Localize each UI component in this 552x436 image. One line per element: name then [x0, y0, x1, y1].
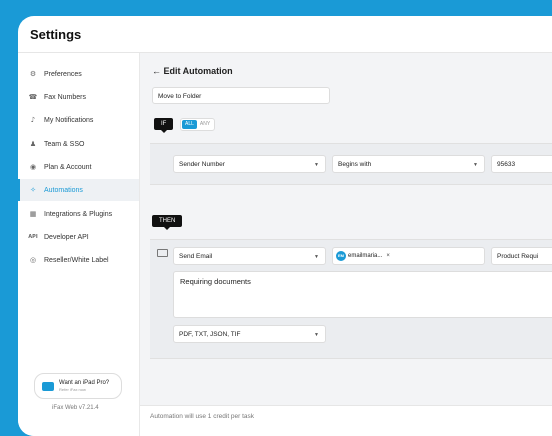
sidebar-item-label: Developer API — [44, 233, 89, 241]
bell-icon: ♪ — [30, 116, 36, 124]
sidebar-item-reseller[interactable]: ◎ Reseller/White Label — [18, 249, 139, 271]
sidebar-item-fax-numbers[interactable]: ☎ Fax Numbers — [18, 86, 139, 108]
automation-name-input[interactable]: Move to Folder — [152, 87, 330, 104]
app-version: iFax Web v7.21.4 — [52, 405, 99, 411]
sidebar-item-label: Automations — [44, 186, 83, 194]
match-toggle[interactable]: ALL ANY — [180, 118, 216, 131]
toggle-all[interactable]: ALL — [182, 120, 197, 129]
sidebar-item-integrations[interactable]: ▦ Integrations & Plugins — [18, 203, 139, 225]
subject-input[interactable]: Product Requi — [491, 247, 552, 265]
title-bar: Settings — [18, 16, 552, 53]
chevron-down-icon: ▼ — [314, 332, 319, 338]
sidebar-item-preferences[interactable]: ⚙ Preferences — [18, 63, 139, 85]
gift-icon — [42, 381, 54, 391]
gear-icon: ⚙ — [29, 70, 37, 78]
promo-subtitle: Refer iFax now — [59, 387, 86, 392]
action-type-value: Send Email — [179, 253, 213, 260]
automation-icon: ✧ — [30, 186, 36, 194]
sidebar-item-plan-account[interactable]: ◉ Plan & Account — [18, 156, 139, 178]
recipient-chip: EM emailmaria... × — [336, 250, 390, 261]
editor-footer: Automation will use 1 credit per task — [140, 405, 552, 436]
sidebar-item-label: Plan & Account — [44, 163, 92, 171]
email-body-textarea[interactable]: Requiring documents — [173, 271, 552, 318]
credit-note: Automation will use 1 credit per task — [150, 413, 255, 420]
action-panel: Send Email ▼ EM emailmaria... × Product … — [150, 239, 552, 359]
sidebar-item-automations[interactable]: ✧ Automations — [18, 179, 139, 201]
grid-icon: ▦ — [29, 210, 37, 218]
sidebar-item-label: Integrations & Plugins — [44, 210, 113, 218]
sidebar-item-developer-api[interactable]: API Developer API — [18, 226, 139, 248]
sidebar-item-team-sso[interactable]: ♟ Team & SSO — [18, 133, 139, 155]
close-icon[interactable]: × — [386, 253, 390, 259]
page-title: Settings — [30, 27, 82, 42]
attachment-format-value: PDF, TXT, JSON, TIF — [179, 331, 241, 338]
then-badge: THEN — [152, 215, 183, 230]
fax-icon: ☎ — [28, 93, 38, 101]
if-badge: IF — [154, 118, 174, 133]
automation-editor: ← Edit Automation Move to Folder IF ALL … — [140, 53, 552, 436]
label-icon: ◎ — [29, 256, 37, 264]
settings-window: Settings ⚙ Preferences ☎ Fax Numbers ♪ M… — [18, 16, 552, 436]
condition-panel: Sender Number ▼ Begins with ▼ 95633 — [150, 143, 552, 185]
sidebar-item-label: Fax Numbers — [44, 93, 87, 101]
sidebar-item-label: My Notifications — [44, 116, 94, 124]
attachment-format-select[interactable]: PDF, TXT, JSON, TIF ▼ — [173, 325, 326, 343]
avatar: EM — [336, 250, 346, 261]
back-link[interactable]: ← Edit Automation — [152, 66, 233, 76]
action-type-select[interactable]: Send Email ▼ — [173, 247, 326, 265]
condition-field-value: Sender Number — [179, 161, 225, 168]
chevron-down-icon: ▼ — [314, 254, 319, 260]
chevron-down-icon: ▼ — [314, 162, 319, 168]
condition-operator-value: Begins with — [338, 161, 372, 168]
sidebar: ⚙ Preferences ☎ Fax Numbers ♪ My Notific… — [18, 53, 140, 436]
mail-icon — [157, 249, 168, 257]
condition-field-select[interactable]: Sender Number ▼ — [173, 155, 326, 173]
sidebar-item-label: Preferences — [44, 70, 82, 78]
condition-value-input[interactable]: 95633 — [491, 155, 552, 173]
sidebar-item-label: Reseller/White Label — [44, 256, 109, 264]
ipad-promo-card[interactable]: Want an iPad Pro? Refer iFax now — [34, 373, 122, 399]
toggle-any[interactable]: ANY — [197, 120, 213, 129]
team-icon: ♟ — [29, 140, 37, 148]
sidebar-item-notifications[interactable]: ♪ My Notifications — [18, 109, 139, 131]
account-icon: ◉ — [29, 163, 37, 171]
recipient-chip-label: emailmaria... — [348, 252, 383, 259]
chevron-down-icon: ▼ — [473, 162, 478, 168]
api-icon: API — [28, 234, 38, 240]
sidebar-item-label: Team & SSO — [44, 140, 85, 148]
promo-title: Want an iPad Pro? — [59, 380, 110, 386]
condition-operator-select[interactable]: Begins with ▼ — [332, 155, 485, 173]
